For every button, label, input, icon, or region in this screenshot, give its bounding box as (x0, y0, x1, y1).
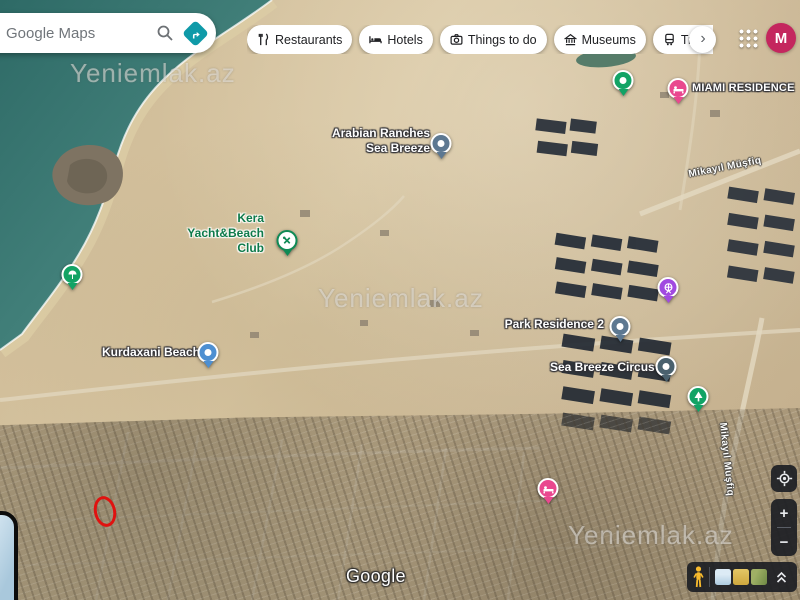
chip-restaurants[interactable]: Restaurants (247, 25, 352, 54)
poi-dot-icon (663, 363, 670, 370)
poi-dot-icon (620, 77, 627, 84)
watermark: Yeniemlak.az (70, 58, 236, 89)
label-arabian-ranches[interactable]: Arabian Ranches Sea Breeze (330, 126, 430, 156)
pin-beach-west[interactable] (62, 264, 83, 290)
poi-dot-icon (438, 140, 445, 147)
pin-attraction[interactable] (658, 277, 679, 303)
chip-label: Restaurants (275, 33, 342, 47)
label-line: Arabian Ranches (330, 126, 430, 141)
label-kurdaxani-beach[interactable]: Kurdaxani Beach (100, 345, 200, 360)
chip-label: Museums (582, 33, 636, 47)
camera-icon (450, 33, 463, 46)
zoom-control: + − (771, 499, 797, 556)
directions-button[interactable] (180, 18, 210, 48)
zoom-out-button[interactable]: − (771, 531, 797, 553)
watermark: Yeniemlak.az (568, 520, 734, 551)
apps-grid-icon[interactable] (738, 28, 759, 49)
chip-label: Hotels (387, 33, 422, 47)
more-categories-button[interactable]: › (689, 26, 716, 53)
avatar[interactable]: M (766, 23, 796, 53)
restaurant-icon (257, 33, 270, 46)
label-line: Kera (184, 211, 264, 226)
zoom-in-button[interactable]: + (771, 502, 797, 524)
chip-museums[interactable]: Museums (554, 25, 646, 54)
street-view-bar (687, 562, 797, 592)
my-location-icon (776, 470, 793, 487)
label-line: Yacht&Beach (184, 226, 264, 241)
pin-kurdaxani-beach[interactable] (198, 342, 219, 368)
pin-park-tree[interactable] (688, 386, 709, 412)
museum-icon (564, 33, 577, 46)
ferris-wheel-icon (662, 282, 674, 294)
poi-dot-icon (205, 349, 212, 356)
layer-thumbnail-sky[interactable] (715, 569, 731, 585)
transit-icon (663, 33, 676, 46)
chip-things-to-do[interactable]: Things to do (440, 25, 547, 54)
pin-arabian-ranches[interactable] (431, 133, 452, 159)
search-bar (0, 13, 216, 53)
search-input[interactable] (4, 24, 150, 43)
directions-icon (182, 20, 209, 47)
pegman-icon[interactable] (692, 566, 705, 588)
chip-label: Things to do (468, 33, 537, 47)
category-chips: Restaurants Hotels Things to do Museums … (247, 25, 713, 54)
poi-dot-icon (617, 323, 624, 330)
zoom-divider (777, 527, 791, 528)
pin-lodging-south[interactable] (538, 478, 559, 504)
label-line: Club (184, 241, 264, 256)
layer-thumbnail-sand[interactable] (733, 569, 749, 585)
search-icon (156, 24, 174, 42)
sports-club-icon (282, 235, 293, 246)
label-park-residence[interactable]: Park Residence 2 (504, 317, 604, 332)
pin-park-residence[interactable] (610, 316, 631, 342)
hotel-icon (369, 33, 382, 46)
layer-thumbnail-green[interactable] (751, 569, 767, 585)
label-line: Sea Breeze (330, 141, 430, 156)
chip-hotels[interactable]: Hotels (359, 25, 432, 54)
label-sea-breeze-circus[interactable]: Sea Breeze Circus (550, 360, 650, 375)
pin-miami-residence[interactable] (668, 78, 689, 104)
lodging-icon (542, 484, 554, 494)
lodging-icon (672, 84, 684, 94)
bar-divider (709, 567, 710, 587)
google-logo: Google (346, 566, 406, 587)
search-button[interactable] (150, 18, 180, 48)
beach-icon (67, 270, 77, 280)
label-miami-residence[interactable]: MIAMI RESIDENCE (692, 81, 795, 96)
pin-park-north[interactable] (613, 70, 634, 96)
pin-kera-club[interactable] (277, 230, 298, 256)
google-maps-app: Yeniemlak.az Yeniemlak.az Yeniemlak.az M… (0, 0, 800, 600)
pin-sea-breeze-circus[interactable] (656, 356, 677, 382)
watermark: Yeniemlak.az (318, 283, 484, 314)
tree-icon (693, 391, 703, 403)
label-kera-club[interactable]: Kera Yacht&Beach Club (184, 211, 264, 256)
photo-inset-corner[interactable] (0, 511, 18, 600)
collapse-chevrons-icon[interactable] (775, 569, 788, 585)
my-location-button[interactable] (771, 465, 797, 492)
